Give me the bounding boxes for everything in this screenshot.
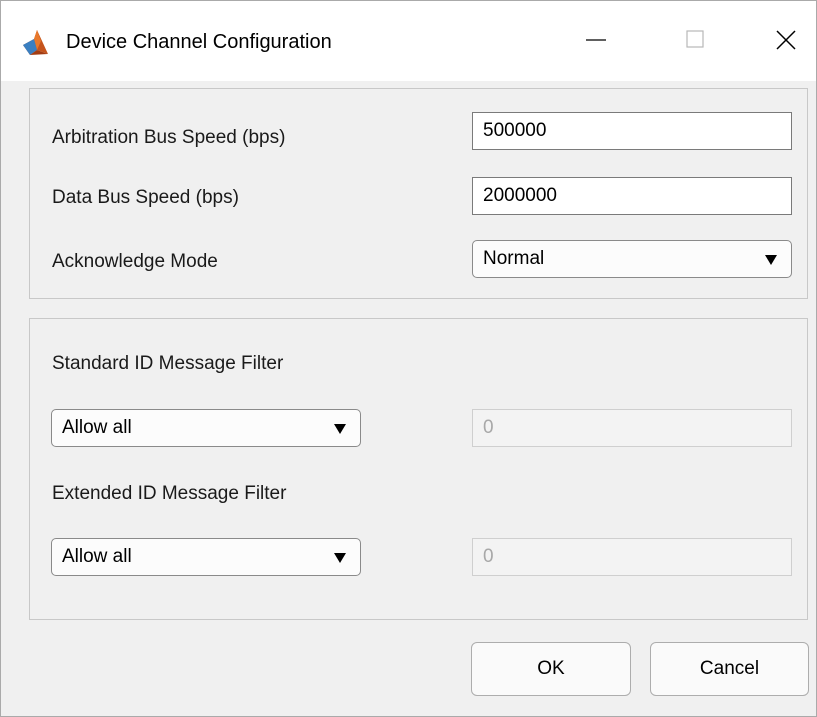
close-icon <box>776 30 796 50</box>
extended-id-filter-dropdown[interactable]: Allow all <box>51 538 361 576</box>
window-title: Device Channel Configuration <box>66 31 332 53</box>
acknowledge-mode-dropdown[interactable]: Normal <box>472 240 792 278</box>
minimize-button[interactable] <box>566 15 626 65</box>
arbitration-speed-field[interactable]: 500000 <box>472 112 792 150</box>
ok-button[interactable]: OK <box>471 642 631 696</box>
standard-id-filter-dropdown[interactable]: Allow all <box>51 409 361 447</box>
title-bar[interactable]: Device Channel Configuration <box>1 1 816 81</box>
arbitration-speed-label: Arbitration Bus Speed (bps) <box>52 127 286 148</box>
dropdown-arrow-icon <box>334 553 346 563</box>
maximize-button[interactable] <box>666 15 726 65</box>
standard-id-filter-mode: Allow all <box>62 417 132 438</box>
message-filter-panel: Standard ID Message Filter Allow all 0 E… <box>29 318 808 620</box>
standard-id-filter-label: Standard ID Message Filter <box>52 353 284 374</box>
maximize-icon <box>686 30 704 48</box>
dropdown-arrow-icon <box>765 255 777 265</box>
standard-id-filter-field: 0 <box>472 409 792 447</box>
minimize-icon <box>586 39 606 41</box>
extended-id-filter-label: Extended ID Message Filter <box>52 483 287 504</box>
dropdown-arrow-icon <box>334 424 346 434</box>
acknowledge-mode-label: Acknowledge Mode <box>52 251 218 272</box>
acknowledge-mode-value: Normal <box>483 248 545 269</box>
close-button[interactable] <box>756 15 816 65</box>
dialog-window: Device Channel Configuration Arbitration… <box>0 0 817 717</box>
matlab-logo-icon <box>23 30 48 55</box>
data-speed-label: Data Bus Speed (bps) <box>52 187 239 208</box>
bus-speed-panel: Arbitration Bus Speed (bps) 500000 Data … <box>29 88 808 299</box>
extended-id-filter-mode: Allow all <box>62 546 132 567</box>
extended-id-filter-field: 0 <box>472 538 792 576</box>
cancel-button[interactable]: Cancel <box>650 642 809 696</box>
data-speed-field[interactable]: 2000000 <box>472 177 792 215</box>
